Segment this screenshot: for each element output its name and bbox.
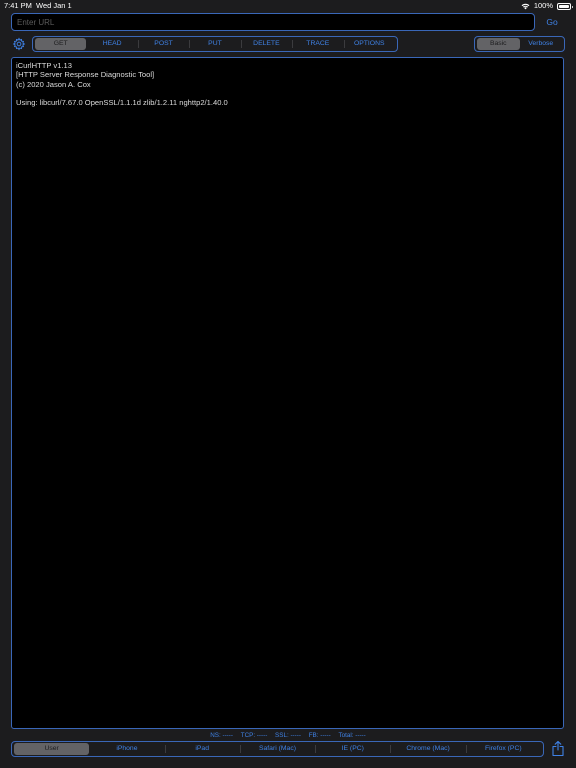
console-line: Using: libcurl/7.67.0 OpenSSL/1.1.1d zli…: [16, 98, 228, 108]
agent-user[interactable]: User: [14, 743, 90, 755]
user-agent-selector: User iPhone iPad Safari (Mac) IE (PC) Chrome …: [11, 741, 544, 757]
gear-icon[interactable]: [12, 37, 26, 51]
stat-tcp: TCP: -----: [240, 732, 268, 739]
stat-total: Total: -----: [338, 732, 366, 739]
go-button[interactable]: Go: [540, 14, 564, 30]
status-right: 100%: [521, 0, 573, 12]
agent-iphone[interactable]: iPhone: [89, 743, 164, 755]
mode-basic[interactable]: Basic: [477, 38, 520, 50]
agent-ie-pc[interactable]: IE (PC): [315, 743, 390, 755]
share-icon[interactable]: [551, 740, 565, 757]
output-mode-selector: Basic Verbose: [474, 36, 565, 52]
status-bar: 7:41 PM Wed Jan 1 100%: [0, 0, 576, 12]
wifi-icon: [521, 3, 530, 10]
battery-icon: [557, 3, 573, 10]
battery-percent: 100%: [533, 1, 553, 10]
http-method-selector: GET HEAD POST PUT DELETE TRACE OPTIONS: [32, 36, 398, 52]
console-line: (c) 2020 Jason A. Cox: [16, 79, 91, 89]
console-line: iCurlHTTP v1.13: [16, 61, 72, 70]
agent-firefox-pc[interactable]: Firefox (PC): [465, 743, 541, 755]
agent-ipad[interactable]: iPad: [164, 743, 240, 755]
url-input[interactable]: [11, 13, 535, 31]
method-get[interactable]: GET: [35, 38, 87, 50]
stat-ssl: SSL: -----: [275, 732, 301, 739]
method-trace[interactable]: TRACE: [292, 38, 343, 50]
stat-fb: FB: -----: [308, 732, 331, 739]
method-post[interactable]: POST: [137, 38, 189, 50]
timing-stats: NS: ----- TCP: ----- SSL: ----- FB: ----…: [0, 731, 576, 741]
agent-chrome-mac[interactable]: Chrome (Mac): [390, 743, 465, 755]
stat-ns: NS: -----: [210, 732, 233, 739]
method-head[interactable]: HEAD: [86, 38, 137, 50]
method-delete[interactable]: DELETE: [240, 38, 292, 50]
console-line: [HTTP Server Response Diagnostic Tool]: [16, 70, 155, 80]
method-options[interactable]: OPTIONS: [343, 38, 395, 50]
status-time: 7:41 PM: [4, 1, 32, 10]
status-date: Wed Jan 1: [36, 1, 72, 10]
method-put[interactable]: PUT: [189, 38, 240, 50]
mode-verbose[interactable]: Verbose: [520, 38, 563, 50]
response-console[interactable]: iCurlHTTP v1.13 [HTTP Server Response Dia…: [11, 57, 564, 729]
agent-safari-mac[interactable]: Safari (Mac): [239, 743, 315, 755]
